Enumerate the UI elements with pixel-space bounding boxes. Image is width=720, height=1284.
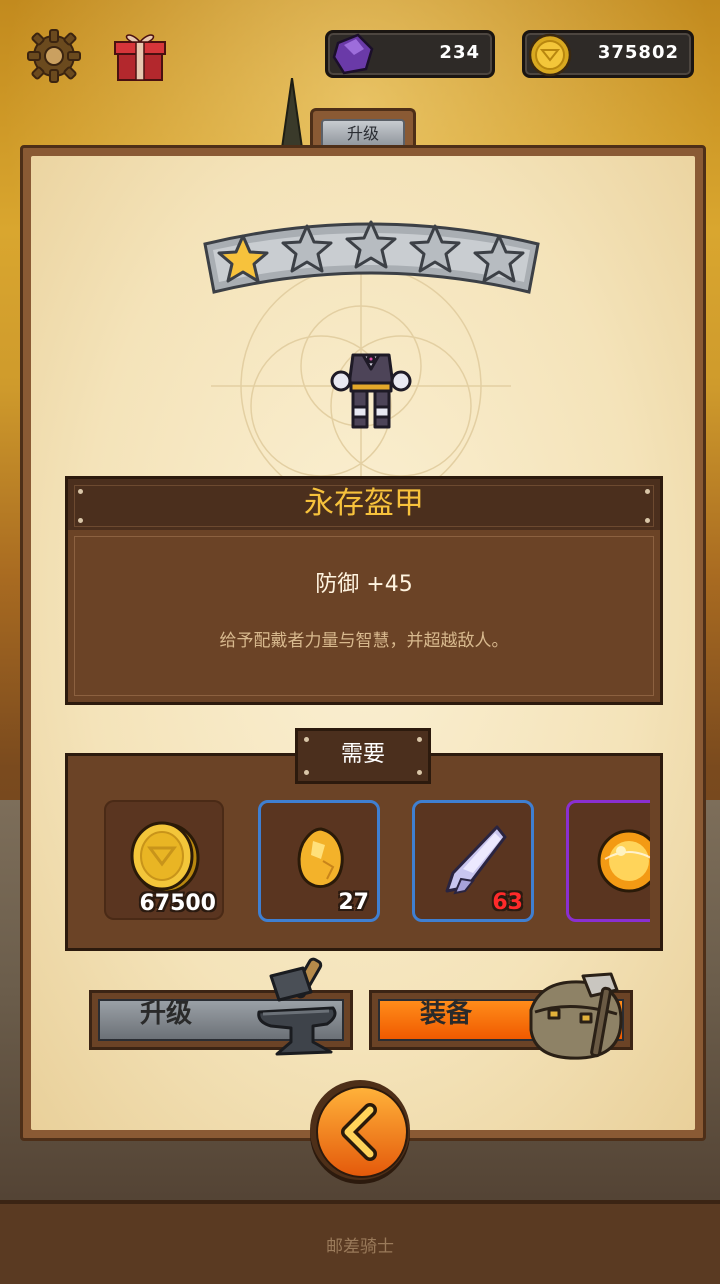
item-description: 给予配戴者力量与智慧，并超越敌人。 (219, 631, 509, 651)
requirement-count-coins: 67500 (139, 891, 216, 916)
equip-button-label: 装备 (420, 999, 473, 1029)
footer-game-title: 邮差骑士 (326, 1237, 394, 1257)
gold-coin-icon (130, 821, 200, 894)
armor-preview-icon (321, 341, 421, 441)
chevron-left-icon (341, 1103, 377, 1161)
requirement-count-crystal: 63 (492, 890, 523, 915)
purple-gem-icon (324, 25, 382, 83)
backpack-icon (529, 972, 623, 1060)
requirement-slot-coins[interactable]: 67500 (104, 800, 224, 920)
amber-ore-icon (297, 827, 344, 888)
requirement-slot-amber[interactable]: 27 (258, 800, 380, 922)
gift-box-icon[interactable] (110, 26, 170, 86)
gold-coin-icon (521, 25, 579, 83)
back-button[interactable] (310, 1080, 410, 1180)
fire-orb-icon (597, 829, 650, 893)
coin-count: 375802 (597, 42, 679, 63)
star-rating (199, 214, 544, 324)
upgrade-button-label: 升级 (140, 999, 193, 1029)
item-description-box: 防御 +45 给予配戴者力量与智慧，并超越敌人。 (65, 530, 663, 705)
requirements-list[interactable]: 67500 27 63 (80, 800, 650, 930)
crystal-shard-icon (445, 825, 507, 895)
requirement-count-amber: 27 (338, 890, 369, 915)
coin-counter: 375802 (522, 30, 694, 78)
requirements-title-label: 需要 (340, 742, 385, 767)
gem-counter: 234 (325, 30, 495, 78)
upgrade-panel: 永存盔甲 防御 +45 给予配戴者力量与智慧，并超越敌人。 67500 27 6… (20, 145, 706, 1141)
item-stat: 防御 +45 (315, 572, 413, 597)
anvil-hammer-icon (257, 957, 337, 1056)
item-name: 永存盔甲 (304, 486, 424, 521)
gem-count: 234 (439, 42, 480, 63)
requirement-slot-crystal[interactable]: 63 (412, 800, 534, 922)
requirement-slot-orb[interactable] (566, 800, 650, 922)
tower-spire (280, 78, 304, 148)
settings-gear-icon[interactable] (24, 26, 84, 86)
item-name-bar: 永存盔甲 (65, 476, 663, 536)
requirements-title: 需要 (295, 728, 431, 784)
